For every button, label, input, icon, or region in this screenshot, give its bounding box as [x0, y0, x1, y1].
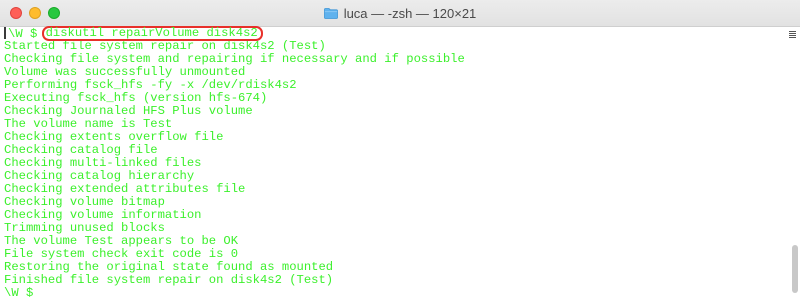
- cursor-bar: [4, 27, 6, 39]
- folder-icon: [323, 8, 338, 19]
- final-prompt: \W $: [4, 286, 34, 300]
- window-title: luca — -zsh — 120×21: [343, 5, 477, 21]
- command-text: diskutil repairVolume disk4s2: [45, 26, 258, 40]
- output-line: Finished file system repair on disk4s2 (…: [4, 273, 334, 287]
- split-pane-icon[interactable]: [789, 31, 796, 40]
- window-title-group: luca — -zsh — 120×21: [0, 0, 800, 26]
- terminal-window: luca — -zsh — 120×21 \W $ diskutil repai…: [0, 0, 800, 304]
- scrollbar-thumb[interactable]: [792, 245, 798, 293]
- prompt: \W $: [8, 27, 38, 41]
- highlighted-command: diskutil repairVolume disk4s2: [41, 26, 263, 41]
- command-prompt-line: \W $ diskutil repairVolume disk4s2: [4, 26, 788, 41]
- title-bar[interactable]: luca — -zsh — 120×21: [0, 0, 800, 27]
- command-output: Started file system repair on disk4s2 (T…: [4, 40, 788, 287]
- terminal-content[interactable]: \W $ diskutil repairVolume disk4s2 Start…: [0, 26, 788, 304]
